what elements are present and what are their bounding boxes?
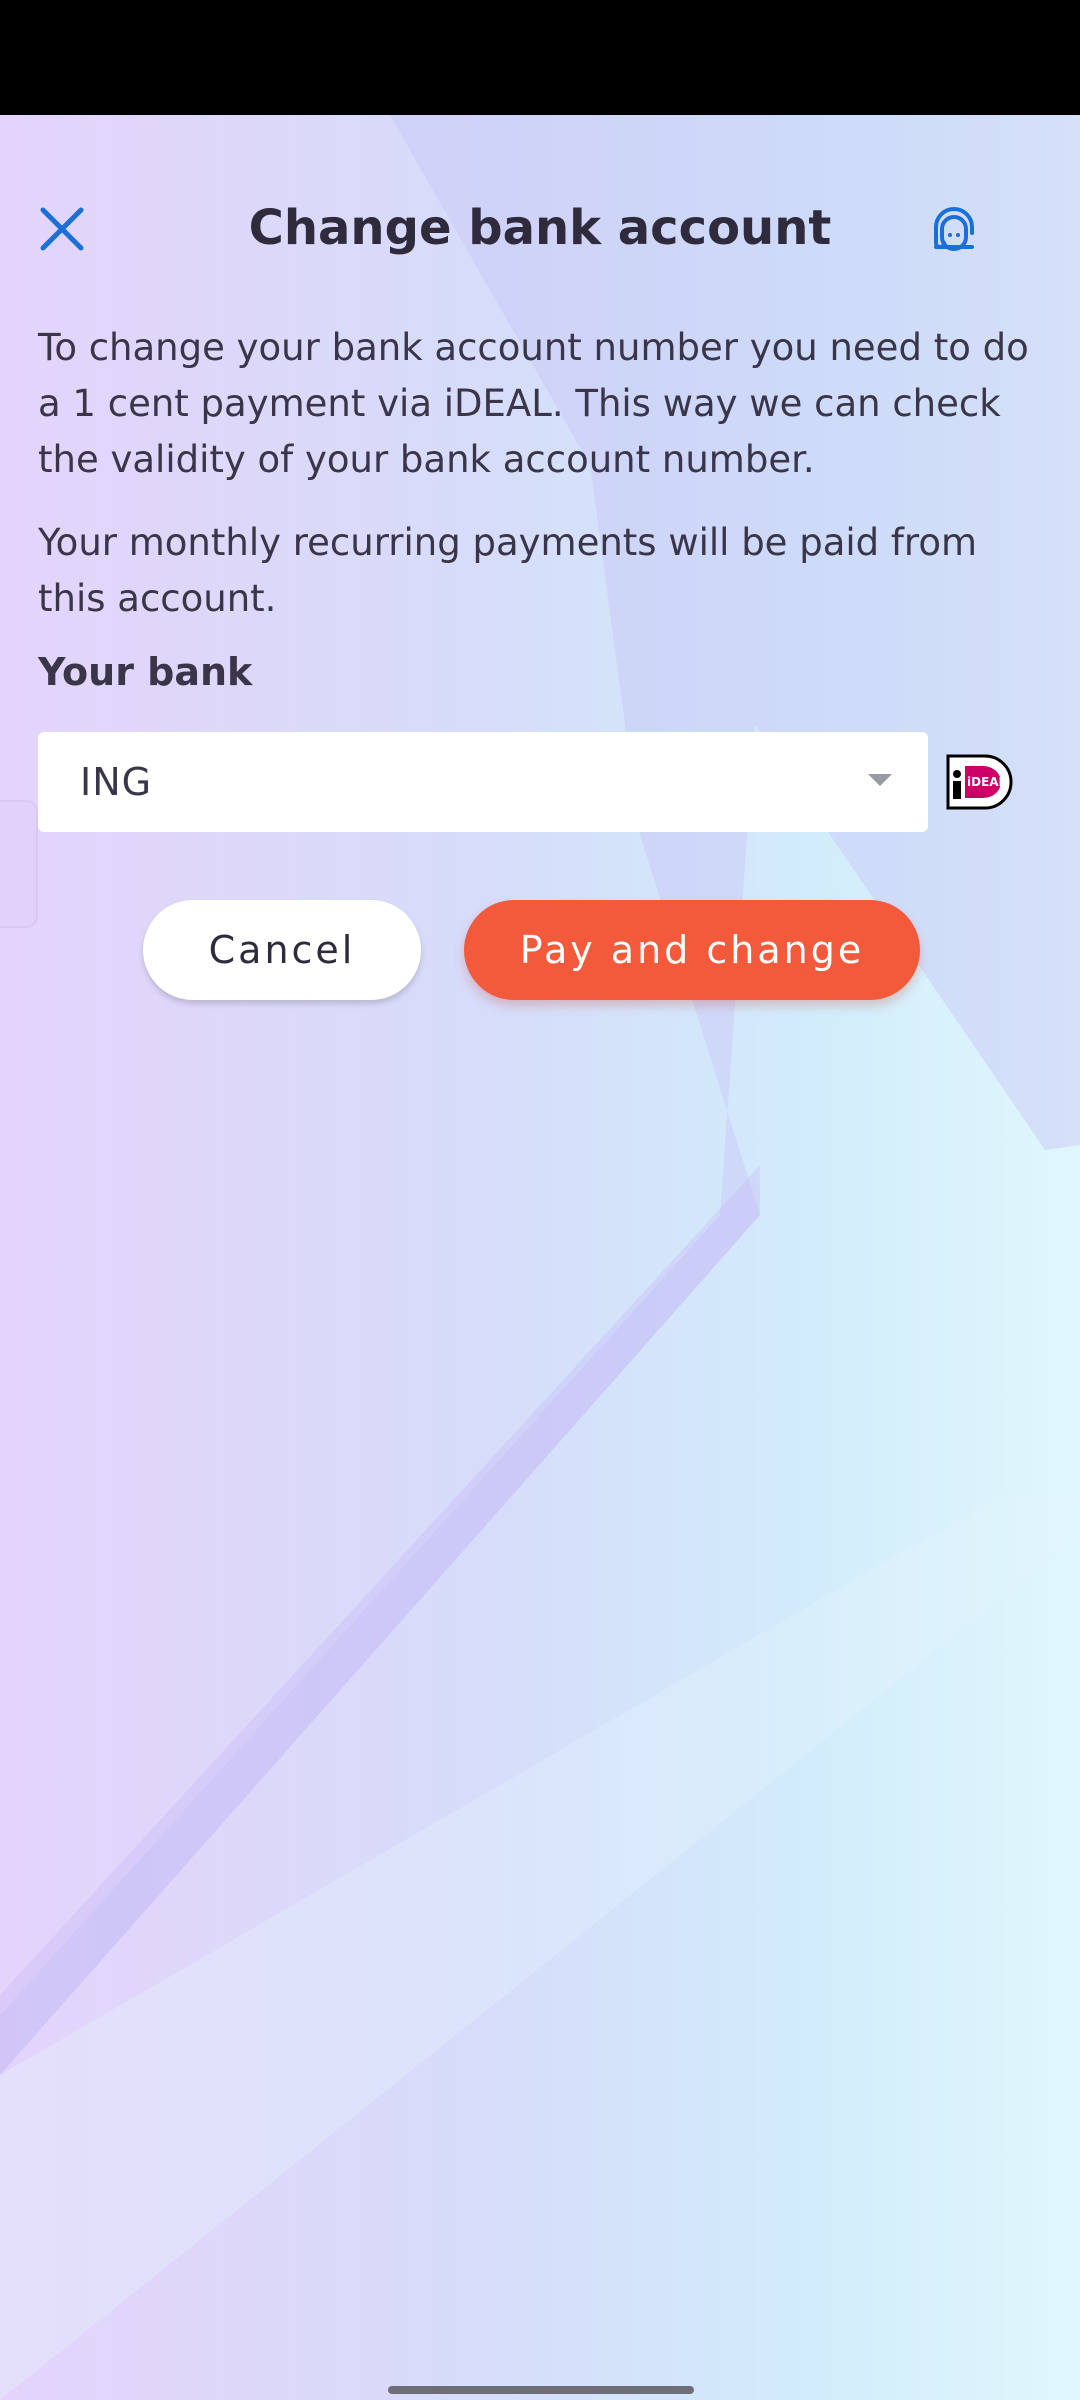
bank-label: Your bank [38, 650, 253, 694]
support-button[interactable] [918, 193, 990, 265]
header: Change bank account [0, 115, 1080, 335]
ideal-logo-text: iDEAL [967, 775, 1007, 789]
bank-select[interactable]: ING [38, 732, 928, 832]
side-drawer-handle[interactable] [0, 800, 38, 928]
home-indicator[interactable] [388, 2386, 694, 2394]
pay-and-change-button[interactable]: Pay and change [464, 900, 920, 1000]
chevron-down-icon [868, 774, 892, 786]
cancel-button[interactable]: Cancel [143, 900, 421, 1000]
headset-icon [934, 207, 974, 251]
bank-select-value: ING [80, 760, 153, 804]
info-paragraph-1: To change your bank account number you n… [38, 326, 1029, 481]
ideal-logo: iDEAL [946, 754, 1013, 810]
status-bar [0, 0, 1080, 115]
info-paragraph-2: Your monthly recurring payments will be … [38, 521, 978, 620]
